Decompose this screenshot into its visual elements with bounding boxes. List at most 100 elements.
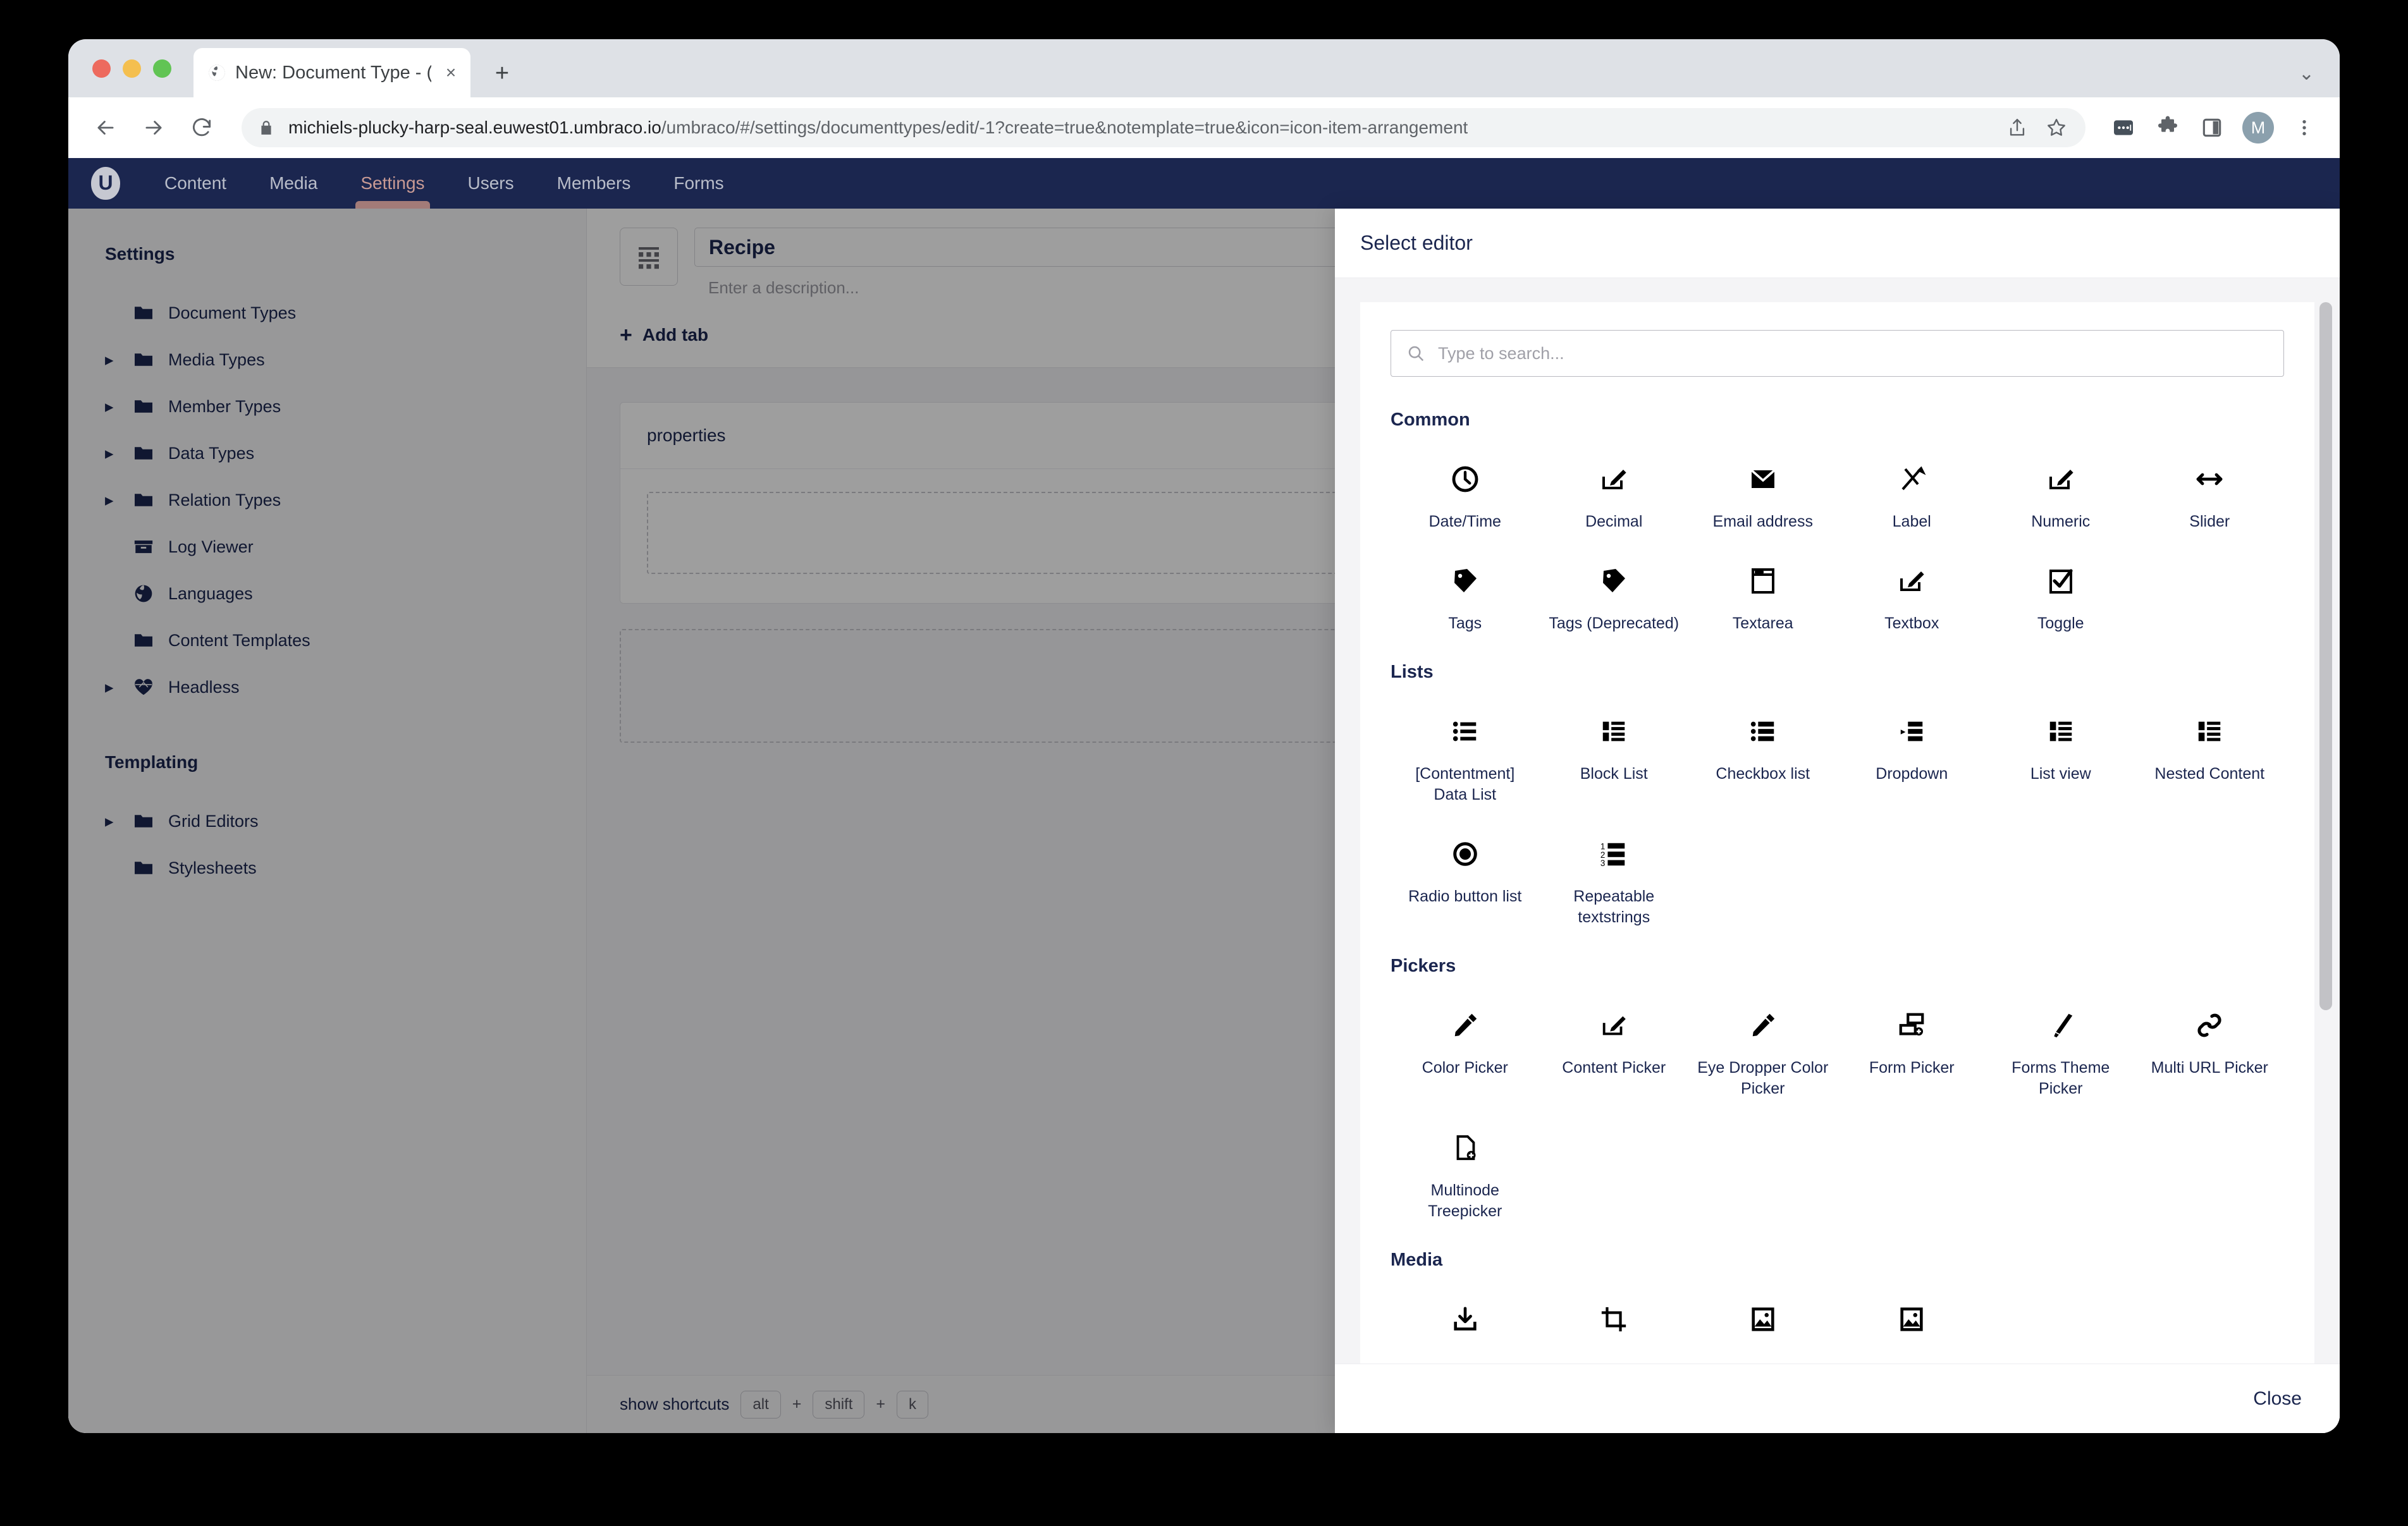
editor-option-eye-dropper-color-picker[interactable]: Eye Dropper Color Picker [1688,1002,1838,1099]
label-icon [1896,456,1927,503]
editor-option-dropdown[interactable]: Dropdown [1838,708,1987,805]
editor-option-block-list[interactable]: Block List [1540,708,1689,805]
tab-title: New: Document Type - (Live) S [235,62,431,83]
new-tab-button[interactable]: + [484,56,520,91]
forward-button[interactable] [138,112,169,143]
image-icon [1897,1296,1926,1343]
omnibox-actions [1993,111,2080,145]
editor-option-email-address[interactable]: Email address [1688,456,1838,532]
editor-option-label: Toggle [2037,614,2084,632]
drawer-scrollbar[interactable] [2319,302,2332,1364]
nav-item-settings[interactable]: Settings [339,158,446,209]
editor-option-nested-content[interactable]: Nested Content [2135,708,2285,805]
editor-option-contentment-data-list[interactable]: [Contentment] Data List [1391,708,1540,805]
section-pickers: Pickers Color Picker Content Picker Eye … [1391,956,2284,1222]
search-input[interactable]: Type to search... [1391,330,2284,377]
editor-option-media-3[interactable] [1688,1296,1838,1352]
link-icon [2195,1002,2224,1049]
puzzle-icon[interactable] [2154,114,2182,142]
editor-grid: [Contentment] Data List Block List Check… [1391,708,2284,928]
editor-option-tags[interactable]: Tags [1391,558,1540,634]
editor-option-media-4[interactable] [1838,1296,1987,1352]
nav-item-members[interactable]: Members [536,158,653,209]
share-icon[interactable] [2003,114,2031,142]
maximize-window-button[interactable] [153,59,171,78]
edit-field-icon [2046,456,2076,503]
editor-grid: Date/Time Decimal Email address Label Nu… [1391,456,2284,634]
editor-option-label: Label [1892,513,1931,530]
three-dot-menu-icon[interactable] [2290,114,2318,142]
nav-item-content[interactable]: Content [143,158,248,209]
globe-icon [207,63,226,82]
editor-option-decimal[interactable]: Decimal [1540,456,1689,532]
browser-tab[interactable]: New: Document Type - (Live) S × [194,48,470,97]
editor-option-label: Color Picker [1422,1059,1508,1077]
minimize-window-button[interactable] [123,59,141,78]
search-icon [1406,344,1425,363]
nav-item-forms[interactable]: Forms [652,158,745,209]
editor-option-tags-deprecated[interactable]: Tags (Deprecated) [1540,558,1689,634]
editor-option-label: Date/Time [1428,513,1501,530]
drawer-body: Type to search... Common Date/Time Decim… [1335,278,2340,1364]
back-button[interactable] [90,112,121,143]
check-square-icon [2046,558,2076,604]
download-icon [1451,1296,1480,1343]
editor-option-content-picker[interactable]: Content Picker [1540,1002,1689,1099]
editor-option-slider[interactable]: Slider [2135,456,2285,532]
editor-option-label[interactable]: Label [1838,456,1987,532]
star-icon[interactable] [2042,114,2070,142]
close-button[interactable]: Close [2253,1388,2302,1410]
editor-option-date-time[interactable]: Date/Time [1391,456,1540,532]
browser-tab-strip: New: Document Type - (Live) S × + ⌄ [68,39,2340,97]
address-bar[interactable]: michiels-plucky-harp-seal.euwest01.umbra… [242,108,2086,147]
reload-button[interactable] [186,112,218,143]
chevron-down-icon[interactable]: ⌄ [2299,63,2314,85]
editor-option-radio-button-list[interactable]: Radio button list [1391,831,1540,928]
editor-option-label: Slider [2189,513,2230,530]
editor-option-label: Numeric [2031,513,2091,530]
nav-item-users[interactable]: Users [446,158,536,209]
url-text: michiels-plucky-harp-seal.euwest01.umbra… [288,118,1468,137]
editor-option-forms-theme-picker[interactable]: Forms Theme Picker [1986,1002,2135,1099]
side-panel-icon[interactable] [2198,114,2226,142]
nav-item-media[interactable]: Media [248,158,339,209]
scrollbar-thumb[interactable] [2319,302,2332,1010]
editor-option-label: Nested Content [2154,765,2265,783]
drawer-title: Select editor [1360,231,1473,254]
editor-option-media-2[interactable] [1540,1296,1689,1352]
browser-window: New: Document Type - (Live) S × + ⌄ mich… [68,39,2340,1433]
editor-option-label: Email address [1712,513,1813,530]
umbraco-logo-icon[interactable]: U [91,167,120,200]
arrows-horizontal-icon [2194,456,2225,503]
bullet-list-icon [1451,708,1480,755]
editor-option-repeatable-textstrings[interactable]: 123 Repeatable textstrings [1540,831,1689,928]
editor-option-label: Block List [1580,765,1648,783]
close-icon[interactable]: × [440,62,462,83]
editor-option-list-view[interactable]: List view [1986,708,2135,805]
nested-content-icon [2195,708,2224,755]
editor-option-media-1[interactable] [1391,1296,1540,1352]
svg-text:3: 3 [1600,858,1605,868]
editor-option-multi-url-picker[interactable]: Multi URL Picker [2135,1002,2285,1099]
password-manager-icon[interactable] [2110,114,2137,142]
editor-option-label: Tags [1448,614,1482,632]
editor-option-label: Multinode Treepicker [1428,1181,1502,1220]
close-window-button[interactable] [92,59,111,78]
section-title: Media [1391,1250,1443,1270]
image-icon [1748,1296,1778,1343]
editor-option-textarea[interactable]: Textarea [1688,558,1838,634]
editor-option-color-picker[interactable]: Color Picker [1391,1002,1540,1099]
editor-option-textbox[interactable]: Textbox [1838,558,1987,634]
umbraco-app: U Content Media Settings Users Members F… [68,158,2340,1433]
editor-option-label: Textarea [1732,614,1793,632]
edit-field-icon [1599,1002,1628,1049]
avatar[interactable]: M [2242,112,2274,143]
editor-option-label: Forms Theme Picker [2012,1059,2110,1097]
drawer-card: Type to search... Common Date/Time Decim… [1360,302,2314,1364]
editor-option-form-picker[interactable]: Form Picker [1838,1002,1987,1099]
eyedropper-icon [1748,1002,1778,1049]
editor-option-numeric[interactable]: Numeric [1986,456,2135,532]
editor-option-multinode-treepicker[interactable]: Multinode Treepicker [1391,1125,1540,1222]
editor-option-toggle[interactable]: Toggle [1986,558,2135,634]
editor-option-checkbox-list[interactable]: Checkbox list [1688,708,1838,805]
